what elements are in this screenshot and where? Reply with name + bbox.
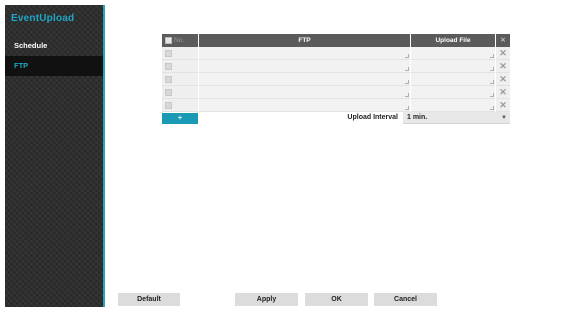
resize-handle-icon (405, 93, 409, 97)
table-row: ✕ (162, 73, 510, 86)
upload-file-cell[interactable] (411, 47, 495, 60)
table-row: ✕ (162, 86, 510, 99)
apply-button[interactable]: Apply (235, 293, 298, 306)
row-checkbox[interactable] (165, 63, 172, 70)
resize-handle-icon (405, 54, 409, 58)
sidebar-item-ftp[interactable]: FTP (5, 56, 103, 76)
resize-handle-icon (490, 54, 494, 58)
ftp-cell[interactable] (199, 60, 410, 73)
row-checkbox[interactable] (165, 102, 172, 109)
row-no-cell (162, 73, 198, 86)
table-row: ✕ (162, 60, 510, 73)
resize-handle-icon (405, 80, 409, 84)
resize-handle-icon (490, 93, 494, 97)
row-checkbox[interactable] (165, 89, 172, 96)
default-button[interactable]: Default (118, 293, 180, 306)
ok-button[interactable]: OK (305, 293, 368, 306)
header-upload-file: Upload File (411, 34, 495, 47)
header-no-label: No. (174, 37, 185, 44)
delete-row-icon[interactable]: ✕ (496, 99, 510, 112)
row-checkbox[interactable] (165, 76, 172, 83)
row-no-cell (162, 60, 198, 73)
delete-row-icon[interactable]: ✕ (496, 86, 510, 99)
resize-handle-icon (490, 67, 494, 71)
resize-handle-icon (490, 106, 494, 110)
resize-handle-icon (490, 80, 494, 84)
delete-row-icon[interactable]: ✕ (496, 73, 510, 86)
delete-row-icon[interactable]: ✕ (496, 60, 510, 73)
resize-handle-icon (405, 106, 409, 110)
chevron-down-icon: ▼ (501, 115, 507, 121)
upload-interval-select[interactable]: 1 min. ▼ (403, 112, 510, 124)
sidebar: EventUpload Schedule FTP (5, 5, 105, 307)
delete-row-icon[interactable]: ✕ (496, 47, 510, 60)
table-row: ✕ (162, 99, 510, 112)
table-row: ✕ (162, 47, 510, 60)
sidebar-title: EventUpload (11, 13, 75, 24)
cancel-button[interactable]: Cancel (374, 293, 437, 306)
header-ftp: FTP (199, 34, 410, 47)
resize-handle-icon (405, 67, 409, 71)
row-no-cell (162, 86, 198, 99)
table-header: No. FTP Upload File ✕ (162, 34, 510, 47)
delete-all-icon[interactable]: ✕ (496, 34, 510, 47)
ftp-cell[interactable] (199, 47, 410, 60)
upload-file-cell[interactable] (411, 73, 495, 86)
sidebar-item-schedule[interactable]: Schedule (5, 36, 103, 56)
upload-file-cell[interactable] (411, 60, 495, 73)
select-all-checkbox[interactable] (165, 37, 172, 44)
row-checkbox[interactable] (165, 50, 172, 57)
ftp-cell[interactable] (199, 86, 410, 99)
upload-interval-label: Upload Interval (347, 114, 398, 121)
ftp-cell[interactable] (199, 99, 410, 112)
upload-file-cell[interactable] (411, 99, 495, 112)
upload-interval-value: 1 min. (407, 114, 428, 121)
add-button[interactable]: + (162, 113, 198, 124)
ftp-cell[interactable] (199, 73, 410, 86)
header-no: No. (162, 34, 198, 47)
row-no-cell (162, 99, 198, 112)
upload-file-cell[interactable] (411, 86, 495, 99)
row-no-cell (162, 47, 198, 60)
